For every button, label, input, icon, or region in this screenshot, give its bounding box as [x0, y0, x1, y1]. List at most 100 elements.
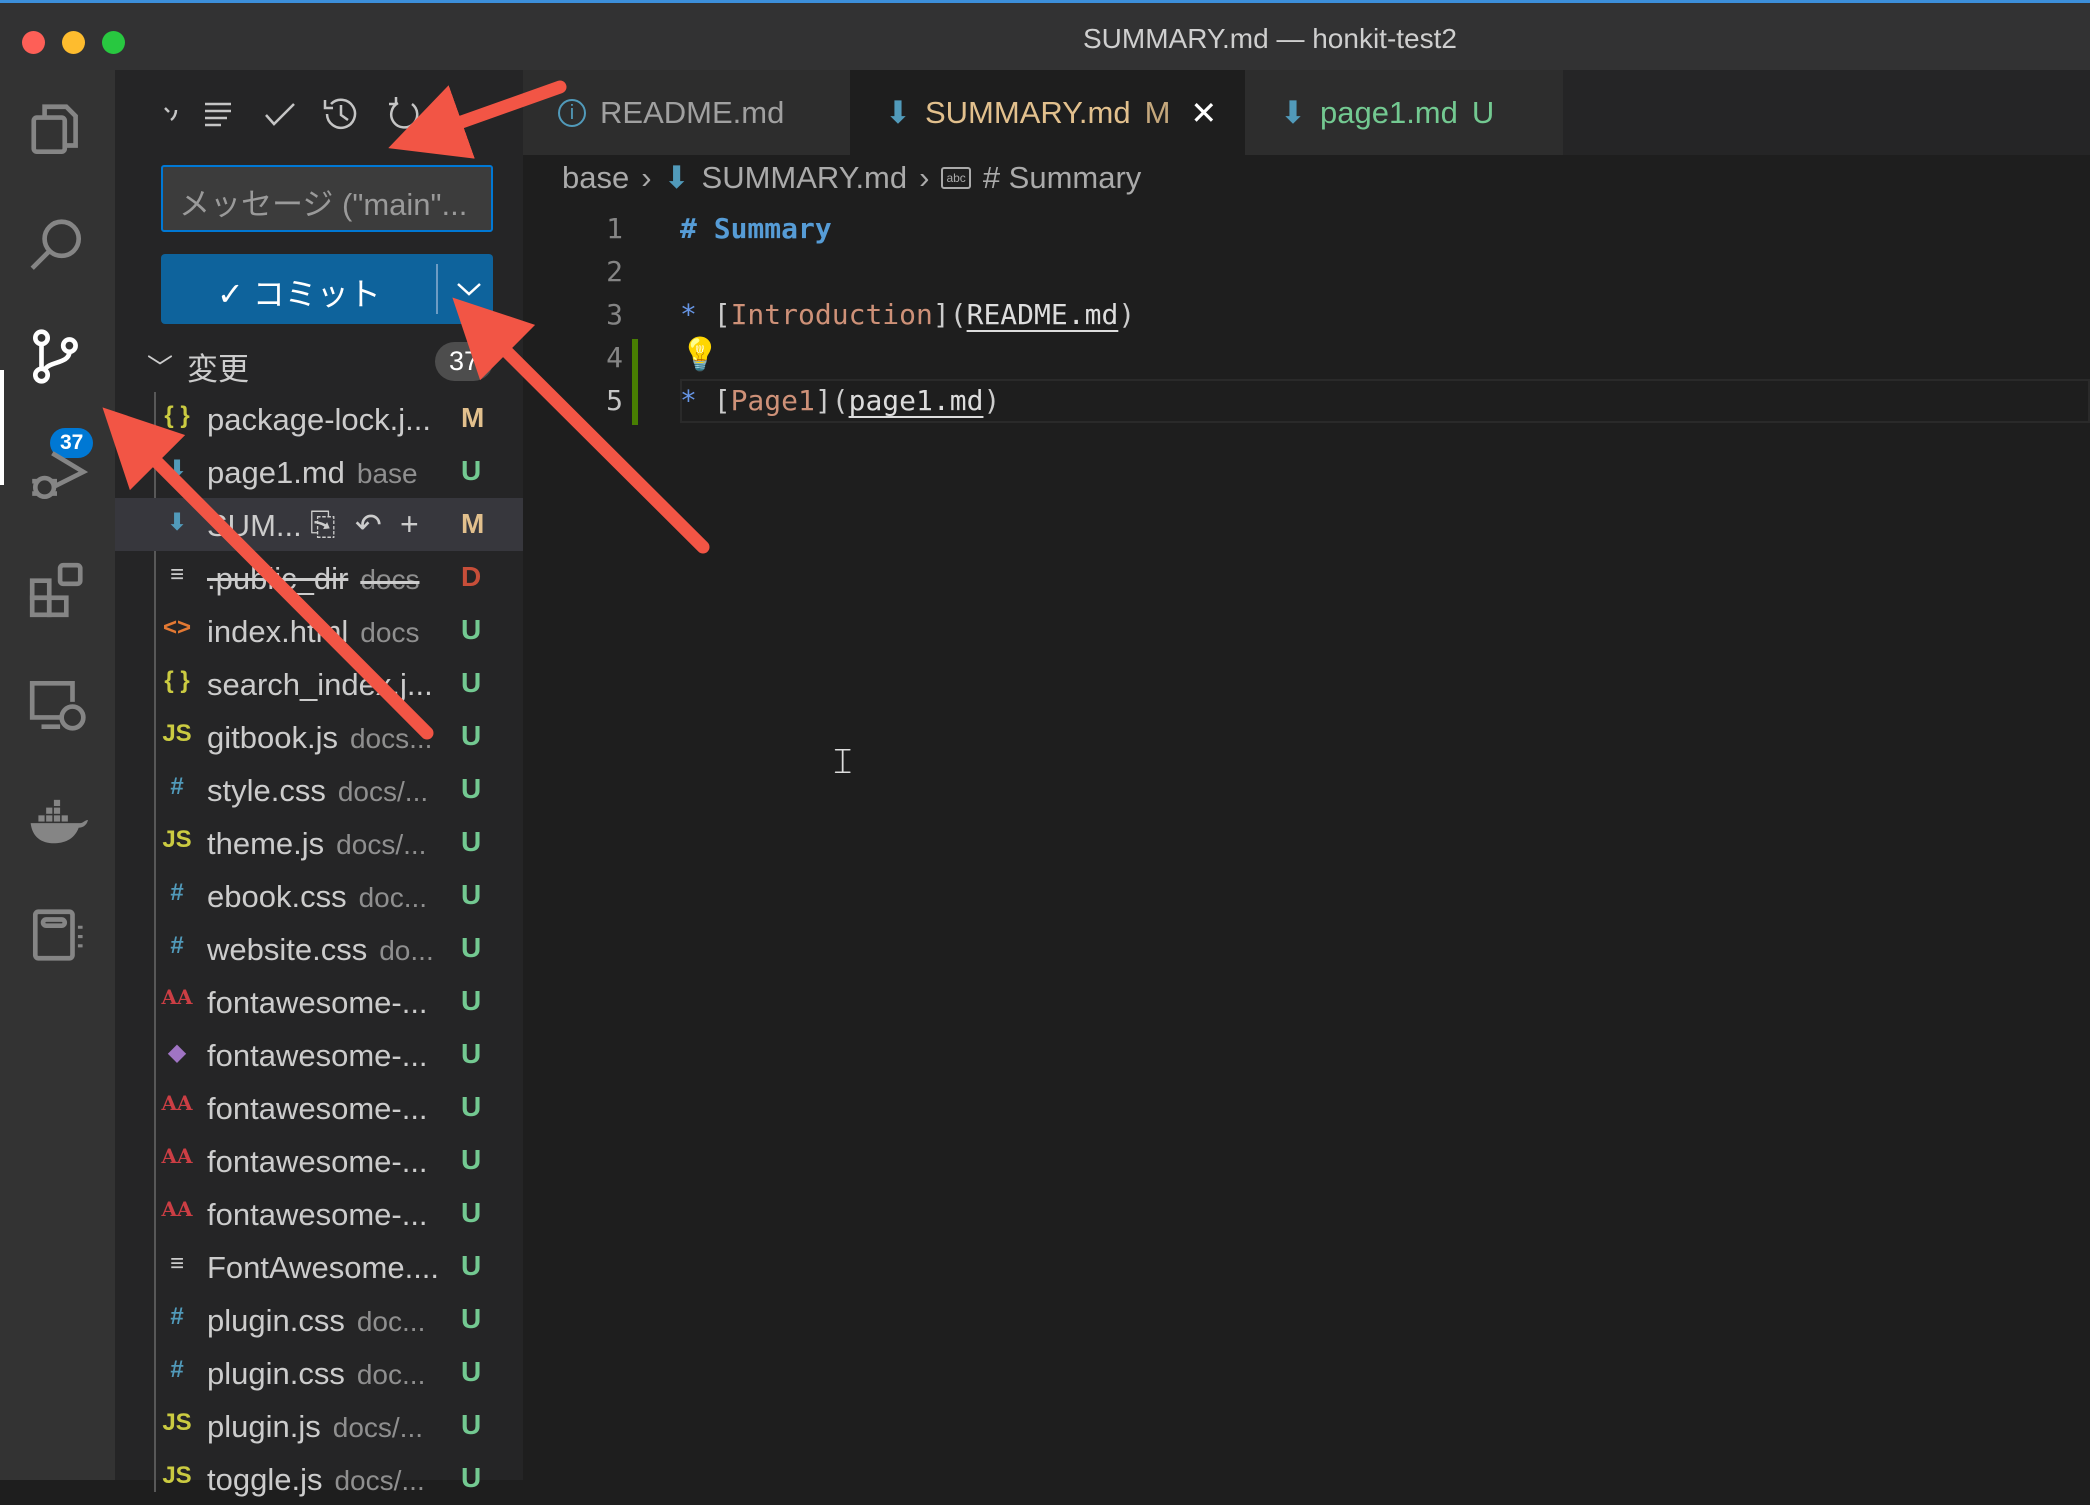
changed-file-row[interactable]: ◆ fontawesome-... U	[115, 1028, 523, 1081]
code-line-1: # Summary	[680, 212, 832, 245]
file-type-icon: #	[170, 932, 184, 959]
refresh-icon[interactable]	[382, 92, 426, 136]
tab-label: page1.md	[1319, 94, 1458, 130]
file-status-badge: M	[461, 402, 485, 433]
changed-file-row[interactable]: { } search_index.j... U	[115, 657, 523, 710]
file-status-badge: U	[461, 667, 482, 698]
list-view-icon[interactable]	[197, 92, 241, 136]
remote-explorer-icon[interactable]	[22, 670, 92, 740]
changed-file-row[interactable]: AA fontawesome-... U	[115, 1081, 523, 1134]
file-name-text: theme.js	[207, 826, 325, 861]
changed-file-row[interactable]: { } package-lock.j... M	[115, 392, 523, 445]
tab-readme[interactable]: i README.md	[523, 70, 850, 155]
more-icon[interactable]	[155, 92, 199, 136]
changed-file-row[interactable]: # plugin.css doc... U	[115, 1346, 523, 1399]
file-name: fontawesome-...	[207, 1091, 428, 1127]
changed-file-row[interactable]: # plugin.css doc... U	[115, 1293, 523, 1346]
tab-label: README.md	[600, 94, 785, 130]
file-name-text: FontAwesome....	[207, 1250, 440, 1285]
notebook-icon[interactable]	[22, 900, 92, 970]
changed-file-row[interactable]: AA fontawesome-... U	[115, 1134, 523, 1187]
lightbulb-icon[interactable]: 💡	[680, 335, 720, 378]
changed-file-row[interactable]: AA fontawesome-... U	[115, 1187, 523, 1240]
line-number: 3	[606, 298, 623, 331]
info-icon: i	[558, 98, 586, 127]
commit-button[interactable]: ✓ コミット	[161, 254, 493, 324]
explorer-icon[interactable]	[22, 95, 92, 165]
file-type-icon: AA	[161, 985, 193, 1009]
history-icon[interactable]	[319, 92, 363, 136]
tab-page1[interactable]: ⬇ page1.md U	[1245, 70, 1563, 155]
close-tab-icon[interactable]: ✕	[1190, 94, 1217, 132]
file-name: toggle.js docs/...	[207, 1462, 425, 1498]
breadcrumb-folder[interactable]: base	[562, 160, 629, 196]
changed-file-row[interactable]: JS theme.js docs/... U	[115, 816, 523, 869]
file-name-text: fontawesome-...	[207, 1144, 428, 1179]
string-symbol-icon: abc	[941, 167, 971, 189]
changed-file-row[interactable]: # style.css docs/... U	[115, 763, 523, 816]
file-name: FontAwesome....	[207, 1250, 439, 1286]
file-name-text: plugin.css	[207, 1356, 345, 1391]
file-name-text: fontawesome-...	[207, 1038, 428, 1073]
file-name: plugin.js docs/...	[207, 1409, 423, 1445]
file-directory: do...	[379, 935, 434, 966]
changed-file-row[interactable]: <> index.html docs U	[115, 604, 523, 657]
file-type-icon: ◆	[167, 1039, 187, 1066]
extensions-icon[interactable]	[22, 555, 92, 625]
commit-dropdown-button[interactable]	[446, 264, 491, 314]
file-name-text: plugin.css	[207, 1303, 345, 1338]
changed-files-list: { } package-lock.j... M ⬇ page1.md base U ⬇ SUM.…	[115, 392, 523, 1505]
file-directory: doc...	[358, 882, 428, 913]
changed-file-row[interactable]: JS toggle.js docs/... U	[115, 1452, 523, 1505]
tab-status-badge: M	[1144, 94, 1171, 130]
changed-file-row[interactable]: ⬇ SUM... ⎘ ↶ + M	[115, 498, 523, 551]
changed-file-row[interactable]: # ebook.css doc... U	[115, 869, 523, 922]
run-debug-icon[interactable]	[22, 440, 92, 510]
breadcrumb: base › ⬇ SUMMARY.md › abc # Summary	[562, 160, 1141, 196]
file-directory: docs/...	[334, 1465, 425, 1496]
file-type-icon: JS	[162, 826, 192, 853]
source-control-icon[interactable]	[22, 323, 92, 393]
file-status-badge: U	[461, 455, 482, 486]
file-type-icon: ≡	[169, 561, 184, 588]
file-name: fontawesome-...	[207, 1144, 428, 1180]
file-name-text: gitbook.js	[207, 720, 338, 755]
file-name-text: page1.md	[207, 455, 345, 490]
breadcrumb-file[interactable]: SUMMARY.md	[702, 160, 908, 196]
file-directory: doc...	[356, 1306, 426, 1337]
file-type-icon: #	[170, 1303, 184, 1330]
tab-summary[interactable]: ⬇ SUMMARY.md M ✕	[850, 70, 1245, 155]
changed-file-row[interactable]: ≡ FontAwesome.... U	[115, 1240, 523, 1293]
breadcrumb-symbol[interactable]: # Summary	[983, 160, 1141, 196]
stage-changes-icon[interactable]: +	[400, 506, 419, 543]
commit-check-icon[interactable]	[258, 92, 302, 136]
changed-file-row[interactable]: JS plugin.js docs/... U	[115, 1399, 523, 1452]
search-icon[interactable]	[22, 210, 92, 280]
changed-file-row[interactable]: AA fontawesome-... U	[115, 975, 523, 1028]
changed-file-row[interactable]: ≡ .public_dir docs D	[115, 551, 523, 604]
tab-label: SUMMARY.md	[924, 94, 1131, 130]
changed-file-row[interactable]: ⬇ page1.md base U	[115, 445, 523, 498]
commit-message-input[interactable]: メッセージ ("main"...	[161, 165, 493, 232]
file-name-text: website.css	[207, 932, 368, 967]
code-line-3: * [Introduction](README.md)	[680, 298, 1136, 331]
file-directory: doc...	[356, 1359, 426, 1390]
markdown-icon: ⬇	[1280, 94, 1306, 130]
changed-file-row[interactable]: # website.css do... U	[115, 922, 523, 975]
file-name: page1.md base	[207, 455, 418, 491]
discard-changes-icon[interactable]: ↶	[355, 506, 382, 544]
file-status-badge: U	[461, 773, 482, 804]
open-file-icon[interactable]: ⎘	[310, 506, 336, 544]
docker-icon[interactable]	[22, 785, 92, 855]
changes-section-header[interactable]: ﹀ 変更 37	[115, 340, 523, 387]
chevron-down-icon	[456, 283, 481, 296]
file-name: search_index.j...	[207, 667, 433, 703]
file-name-text: package-lock.j...	[207, 402, 431, 437]
file-type-icon: #	[170, 773, 184, 800]
text-cursor-icon: 𝙸	[830, 740, 856, 781]
file-type-icon: ≡	[169, 1250, 184, 1277]
code-editor[interactable]: 1 2 3 4 5 # Summary * [Introduction](REA…	[523, 205, 2090, 1480]
line-number: 5	[606, 384, 623, 417]
window-title: SUMMARY.md — honkit-test2	[1083, 23, 1457, 54]
changed-file-row[interactable]: JS gitbook.js docs... U	[115, 710, 523, 763]
